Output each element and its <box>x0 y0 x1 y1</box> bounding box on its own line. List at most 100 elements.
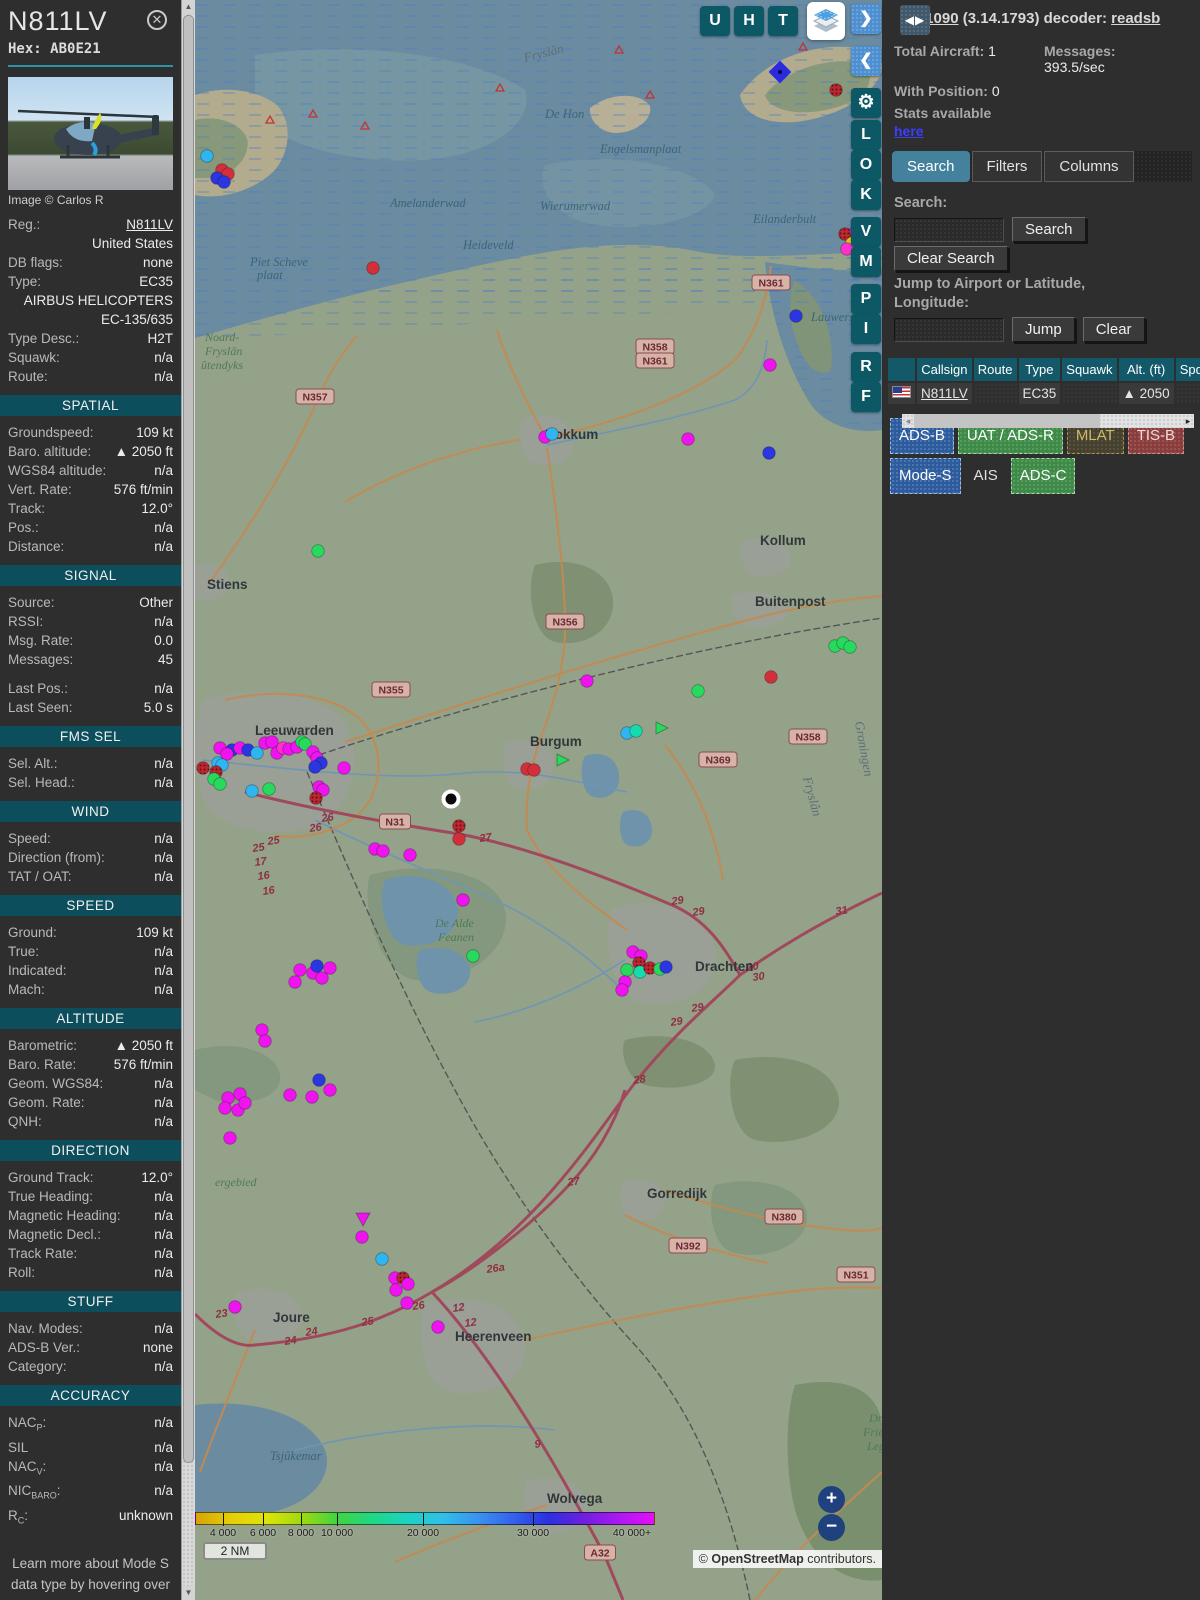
aircraft-position-dot[interactable] <box>389 1283 403 1297</box>
scroll-right-icon[interactable]: ▸ <box>1182 414 1194 428</box>
aircraft-position-dot[interactable] <box>366 261 380 275</box>
scroll-down-icon[interactable]: ▼ <box>182 1586 195 1600</box>
aircraft-position-dot[interactable] <box>228 1300 242 1314</box>
column-header-Callsign[interactable]: Callsign <box>917 358 972 381</box>
aircraft-position-dot[interactable] <box>323 1083 337 1097</box>
map-button-l[interactable]: L <box>851 120 881 150</box>
aircraft-position-dot[interactable] <box>620 963 634 977</box>
map-button-r[interactable]: R <box>851 352 881 382</box>
map-button-p[interactable]: P <box>851 284 881 314</box>
attribution-osm-link[interactable]: OpenStreetMap <box>711 1552 803 1566</box>
panel-collapse-icon[interactable]: ◀▶ <box>900 5 930 35</box>
aircraft-position-dot[interactable] <box>310 959 324 973</box>
callsign-cell[interactable]: N811LV <box>917 383 972 404</box>
aircraft-position-dot[interactable] <box>223 1131 237 1145</box>
table-row[interactable]: N811LV EC35 ▲ 2050 <box>888 383 1200 404</box>
aircraft-position-dot[interactable] <box>213 777 227 791</box>
aircraft-position-dot[interactable] <box>258 1034 272 1048</box>
layers-button[interactable] <box>807 2 845 40</box>
map-button-f[interactable]: F <box>851 382 881 412</box>
aircraft-position-dot[interactable] <box>466 949 480 963</box>
zoom-in-button[interactable]: + <box>818 1486 845 1513</box>
aircraft-position-dot[interactable] <box>323 961 337 975</box>
map-button-u[interactable]: U <box>700 6 730 36</box>
filter-badge-ads-c[interactable]: ADS-C <box>1010 458 1076 494</box>
aircraft-position-dot[interactable] <box>527 763 541 777</box>
stats-here-link[interactable]: here <box>882 121 924 139</box>
aircraft-position-dot[interactable] <box>764 670 778 684</box>
filter-badge-ais[interactable]: AIS <box>965 458 1007 494</box>
scrollbar-thumb[interactable] <box>183 15 194 1463</box>
map-button-i[interactable]: I <box>851 314 881 344</box>
column-header-Route[interactable]: Route <box>973 358 1017 381</box>
map-button-t[interactable]: T <box>768 6 798 36</box>
map-button-m[interactable]: M <box>851 247 881 277</box>
scroll-left-icon[interactable]: ◂ <box>902 414 914 428</box>
tab-filters[interactable]: Filters <box>971 151 1043 182</box>
aircraft-position-dot[interactable] <box>545 427 559 441</box>
aircraft-position-dot[interactable] <box>255 1023 269 1037</box>
aircraft-position-dot[interactable] <box>580 674 594 688</box>
info-value[interactable]: N811LV <box>40 215 173 234</box>
aircraft-position-dot[interactable] <box>431 1320 445 1334</box>
aircraft-position-dot[interactable] <box>245 784 259 798</box>
aircraft-position-dot[interactable] <box>629 724 643 738</box>
aircraft-position-dot[interactable] <box>311 544 325 558</box>
horizontal-scrollbar[interactable]: ◂ ▸ <box>902 414 1194 428</box>
aircraft-position-dot[interactable] <box>681 432 695 446</box>
filter-badge-mode-s[interactable]: Mode-S <box>890 458 961 494</box>
aircraft-position-dot[interactable] <box>218 1101 232 1115</box>
map-canvas[interactable]: N361 N357 N358 N361 N356 N355 N31 N369 N358 N380 N… <box>195 0 882 1600</box>
scroll-up-icon[interactable]: ▲ <box>182 0 195 14</box>
column-header-Alt. (ft)[interactable]: Alt. (ft) <box>1118 358 1174 381</box>
zoom-out-button[interactable]: − <box>818 1514 845 1541</box>
map-button-k[interactable]: K <box>851 180 881 210</box>
clear-search-button[interactable]: Clear Search <box>894 246 1008 271</box>
aircraft-position-dot[interactable] <box>312 1073 326 1087</box>
h-scrollbar-thumb[interactable] <box>914 414 1100 428</box>
selected-aircraft-marker[interactable] <box>441 789 461 809</box>
aircraft-position-dot[interactable] <box>843 640 857 654</box>
aircraft-position-dot[interactable] <box>762 446 776 460</box>
aircraft-position-dot[interactable] <box>217 175 231 189</box>
aircraft-position-dot[interactable] <box>763 358 777 372</box>
aircraft-position-dot[interactable] <box>293 963 307 977</box>
aircraft-position-dot[interactable] <box>400 1296 414 1310</box>
close-icon[interactable]: ✕ <box>147 10 167 30</box>
search-button[interactable]: Search <box>1012 217 1086 242</box>
jump-button[interactable]: Jump <box>1012 317 1075 342</box>
aircraft-position-dot[interactable] <box>305 1090 319 1104</box>
sidebar-collapse-icon[interactable]: ❮ <box>851 46 881 76</box>
aircraft-position-dot[interactable] <box>456 893 470 907</box>
search-input[interactable] <box>894 217 1004 242</box>
aircraft-position-dot[interactable] <box>376 844 390 858</box>
aircraft-position-dot[interactable] <box>691 684 705 698</box>
aircraft-position-dot[interactable] <box>789 309 803 323</box>
tab-search[interactable]: Search <box>892 151 970 182</box>
aircraft-position-dot[interactable] <box>337 761 351 775</box>
aircraft-position-dot[interactable] <box>401 1277 415 1291</box>
column-header-Type[interactable]: Type <box>1018 358 1061 381</box>
readsb-link[interactable]: readsb <box>1111 10 1160 27</box>
aircraft-position-dot[interactable] <box>200 149 214 163</box>
aircraft-position-dot[interactable] <box>615 983 629 997</box>
aircraft-photo[interactable] <box>8 77 173 190</box>
aircraft-position-dot[interactable] <box>283 1088 297 1102</box>
map-button-o[interactable]: O <box>851 150 881 180</box>
aircraft-position-dot[interactable] <box>355 1230 369 1244</box>
jump-input[interactable] <box>894 317 1004 342</box>
column-header-Spd[interactable]: Spd <box>1175 358 1200 381</box>
aircraft-position-dot[interactable] <box>452 832 466 846</box>
aircraft-position-dot[interactable] <box>403 848 417 862</box>
aircraft-position-dot[interactable] <box>375 1252 389 1266</box>
left-panel-scrollbar[interactable]: ▲ ▼ <box>181 0 195 1600</box>
map-button-h[interactable]: H <box>734 6 764 36</box>
column-header-Squawk[interactable]: Squawk <box>1062 358 1117 381</box>
column-header-flag[interactable] <box>888 358 915 381</box>
aircraft-position-dot[interactable] <box>262 782 276 796</box>
map-button-v[interactable]: V <box>851 217 881 247</box>
aircraft-position-dot[interactable] <box>288 975 302 989</box>
settings-gear-icon[interactable]: ⚙ <box>851 88 881 118</box>
sidebar-expand-icon[interactable]: ❯ <box>851 4 881 34</box>
aircraft-position-dot[interactable] <box>659 960 673 974</box>
